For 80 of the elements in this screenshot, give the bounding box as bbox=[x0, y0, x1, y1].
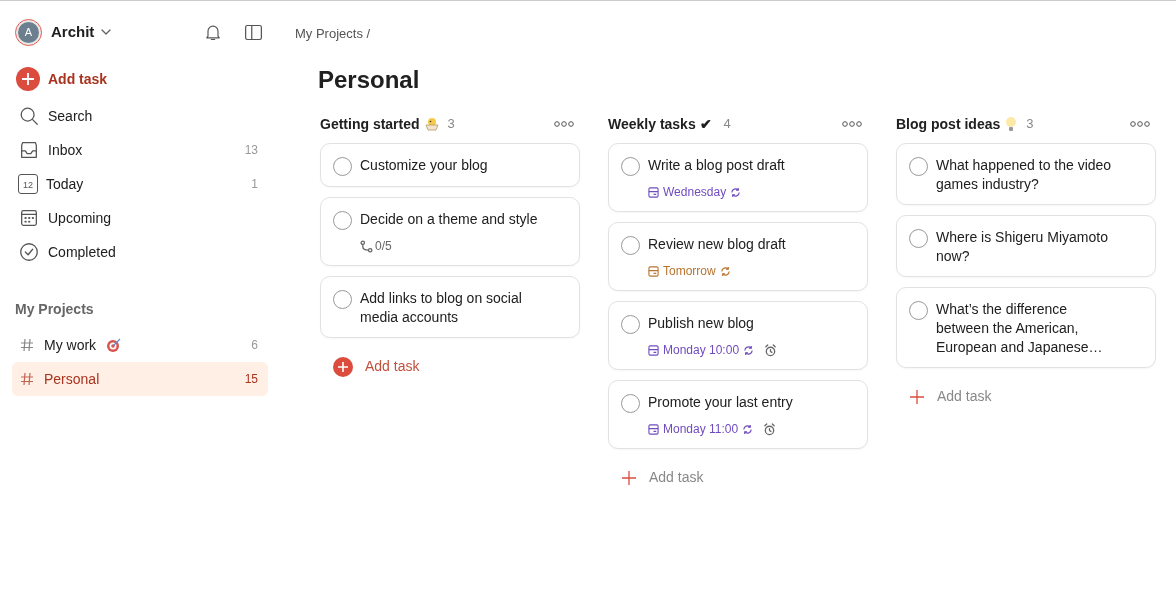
lightbulb-icon bbox=[1004, 116, 1019, 132]
task-card[interactable]: Decide on a theme and style 0/5 bbox=[320, 197, 580, 266]
nav-item[interactable]: Completed bbox=[12, 235, 268, 269]
task-card[interactable]: What’s the difference between the American, European and Japanese… bbox=[896, 287, 1156, 368]
add-task-button[interactable]: Add task bbox=[621, 467, 704, 488]
more-options-icon[interactable] bbox=[1130, 121, 1150, 127]
nav-item[interactable]: Inbox 13 bbox=[12, 133, 268, 167]
inbox-icon bbox=[18, 139, 40, 161]
check-circle-icon bbox=[18, 241, 40, 263]
add-icon bbox=[621, 469, 637, 486]
calendar-icon bbox=[18, 207, 40, 229]
hash-icon bbox=[20, 372, 34, 386]
nav-item[interactable]: 12 Today 1 bbox=[12, 167, 268, 201]
project-item[interactable]: My work 6 bbox=[12, 328, 268, 362]
more-options-icon[interactable] bbox=[554, 121, 574, 127]
add-icon bbox=[16, 67, 40, 91]
task-title: Review new blog draft bbox=[648, 235, 786, 254]
task-count: 3 bbox=[1026, 115, 1034, 134]
chick-icon bbox=[423, 116, 440, 132]
add-task-button[interactable]: Add task bbox=[909, 386, 992, 407]
task-card[interactable]: Review new blog draft Tomorrow bbox=[608, 222, 868, 291]
nav-item[interactable]: Upcoming bbox=[12, 201, 268, 235]
project-item[interactable]: Personal 15 bbox=[12, 362, 268, 396]
project-name: Personal bbox=[44, 369, 100, 389]
section-heading: My Projects bbox=[14, 300, 95, 319]
task-title: Add links to blog on social media accounts bbox=[360, 289, 523, 327]
page-title: Personal bbox=[318, 65, 420, 95]
task-title: Write a blog post draft bbox=[648, 156, 785, 175]
calendar-icon bbox=[648, 265, 659, 277]
user-avatar[interactable]: A bbox=[16, 19, 41, 45]
task-card[interactable]: Write a blog post draft Wednesday bbox=[608, 143, 868, 212]
calendar-icon bbox=[648, 186, 659, 198]
task-card[interactable]: Promote your last entry Monday 11:00 bbox=[608, 380, 868, 449]
nav-label: Today bbox=[46, 174, 84, 194]
subtask-icon bbox=[360, 239, 373, 253]
add-icon bbox=[909, 388, 925, 405]
item-count: 1 bbox=[251, 176, 259, 193]
column-title: Blog post ideas bbox=[896, 114, 1001, 134]
due-date: Wednesday bbox=[663, 184, 727, 201]
due-date: Monday 11:00 bbox=[663, 421, 739, 438]
item-count: 15 bbox=[244, 371, 259, 388]
task-card[interactable]: Customize your blog bbox=[320, 143, 580, 187]
nav-label: Search bbox=[48, 106, 93, 126]
project-name: My work bbox=[44, 335, 97, 355]
calendar-icon: 12 bbox=[18, 174, 38, 194]
subtask-count: 0/5 bbox=[375, 238, 392, 255]
nav-label: Inbox bbox=[48, 140, 83, 160]
task-title: Decide on a theme and style bbox=[360, 210, 538, 229]
nav-label: Completed bbox=[48, 242, 116, 262]
add-task-button[interactable]: Add task bbox=[12, 63, 268, 95]
task-title: Promote your last entry bbox=[648, 393, 793, 412]
user-menu-button[interactable]: Archit bbox=[51, 20, 113, 44]
task-title: What happened to the video games industry? bbox=[936, 156, 1113, 194]
due-date: Monday 10:00 bbox=[663, 342, 740, 359]
calendar-icon bbox=[648, 423, 659, 435]
calendar-icon bbox=[648, 344, 659, 356]
task-title: Customize your blog bbox=[360, 156, 488, 175]
task-card[interactable]: Add links to blog on social media accounts bbox=[320, 276, 580, 338]
search-icon bbox=[18, 105, 40, 127]
column-title: Getting started bbox=[320, 114, 420, 134]
breadcrumb-link[interactable]: My Projects / bbox=[295, 26, 371, 41]
task-count: 4 bbox=[723, 115, 731, 134]
column-title: Weekly tasks ✔ bbox=[608, 114, 712, 134]
task-title: Where is Shigeru Miyamoto now? bbox=[936, 228, 1109, 266]
due-date: Tomorrow bbox=[663, 263, 716, 280]
task-title: What’s the difference between the American, European and Japanese… bbox=[936, 300, 1104, 357]
hash-icon bbox=[20, 338, 34, 352]
task-card[interactable]: Publish new blog Monday 10:00 bbox=[608, 301, 868, 370]
add-icon bbox=[333, 356, 353, 377]
task-card[interactable]: What happened to the video games industry? bbox=[896, 143, 1156, 205]
item-count: 13 bbox=[244, 142, 259, 159]
item-count: 6 bbox=[251, 337, 259, 354]
task-card[interactable]: Where is Shigeru Miyamoto now? bbox=[896, 215, 1156, 277]
task-title: Publish new blog bbox=[648, 314, 755, 333]
nav-label: Upcoming bbox=[48, 208, 112, 228]
more-options-icon[interactable] bbox=[842, 121, 862, 127]
add-task-button[interactable]: Add task bbox=[333, 356, 420, 377]
dart-target-icon bbox=[106, 337, 123, 353]
nav-item[interactable]: Search bbox=[12, 99, 268, 133]
task-count: 3 bbox=[447, 115, 455, 134]
